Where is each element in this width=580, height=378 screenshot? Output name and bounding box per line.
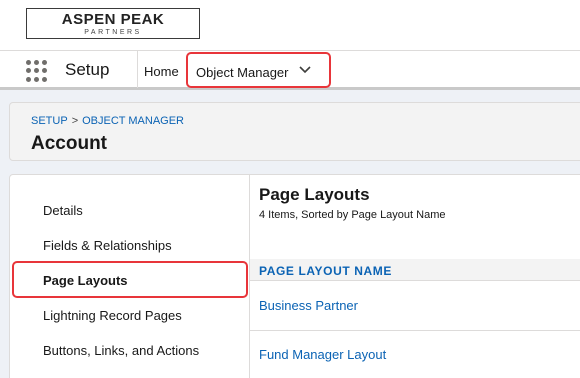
chevron-down-icon [299, 66, 311, 74]
breadcrumb: SETUP > OBJECT MANAGER [31, 115, 184, 127]
waffle-grid-icon[interactable] [26, 60, 48, 82]
workspace: SETUP > OBJECT MANAGER Account Details Fie… [0, 90, 580, 378]
sidebar-item-fields-relationships[interactable]: Fields & Relationships [43, 238, 172, 253]
section-title: Page Layouts [259, 185, 370, 204]
table-row: Fund Manager Layout [250, 331, 580, 378]
nav-item-home[interactable]: Home [144, 64, 179, 79]
sidebar: Details Fields & Relationships Page Layo… [10, 175, 250, 378]
logo-name: ASPEN PEAK [61, 11, 165, 28]
logo-tagline: PARTNERS [84, 29, 142, 36]
object-header: SETUP > OBJECT MANAGER Account [9, 102, 580, 161]
breadcrumb-separator: > [71, 115, 79, 127]
app-name: Setup [65, 60, 110, 79]
sidebar-item-page-layouts[interactable]: Page Layouts [43, 273, 128, 288]
column-header-label[interactable]: PAGE LAYOUT NAME [259, 264, 392, 278]
object-detail-card: Details Fields & Relationships Page Layo… [9, 174, 580, 378]
section-subtitle: 4 Items, Sorted by Page Layout Name [259, 209, 446, 221]
page-title: Account [31, 133, 107, 154]
breadcrumb-object-manager[interactable]: OBJECT MANAGER [82, 115, 184, 127]
page-layouts-panel: Page Layouts 4 Items, Sorted by Page Lay… [250, 175, 580, 378]
sidebar-item-buttons-links-actions[interactable]: Buttons, Links, and Actions [43, 343, 199, 358]
sidebar-item-lightning-record-pages[interactable]: Lightning Record Pages [43, 308, 182, 323]
page-layout-link[interactable]: Fund Manager Layout [259, 347, 386, 362]
company-logo: ASPEN PEAK PARTNERS [26, 8, 200, 39]
nav-divider [137, 51, 138, 88]
column-header[interactable]: PAGE LAYOUT NAME [250, 259, 580, 281]
sidebar-item-details[interactable]: Details [43, 203, 83, 218]
table-row: Business Partner [250, 282, 580, 331]
object-manager-label: Object Manager [196, 65, 289, 80]
nav-item-object-manager[interactable]: Object Manager [186, 52, 331, 88]
app-nav-bar: Setup Home Object Manager [0, 50, 580, 90]
page-layout-link[interactable]: Business Partner [259, 298, 358, 313]
breadcrumb-setup[interactable]: SETUP [31, 115, 68, 127]
